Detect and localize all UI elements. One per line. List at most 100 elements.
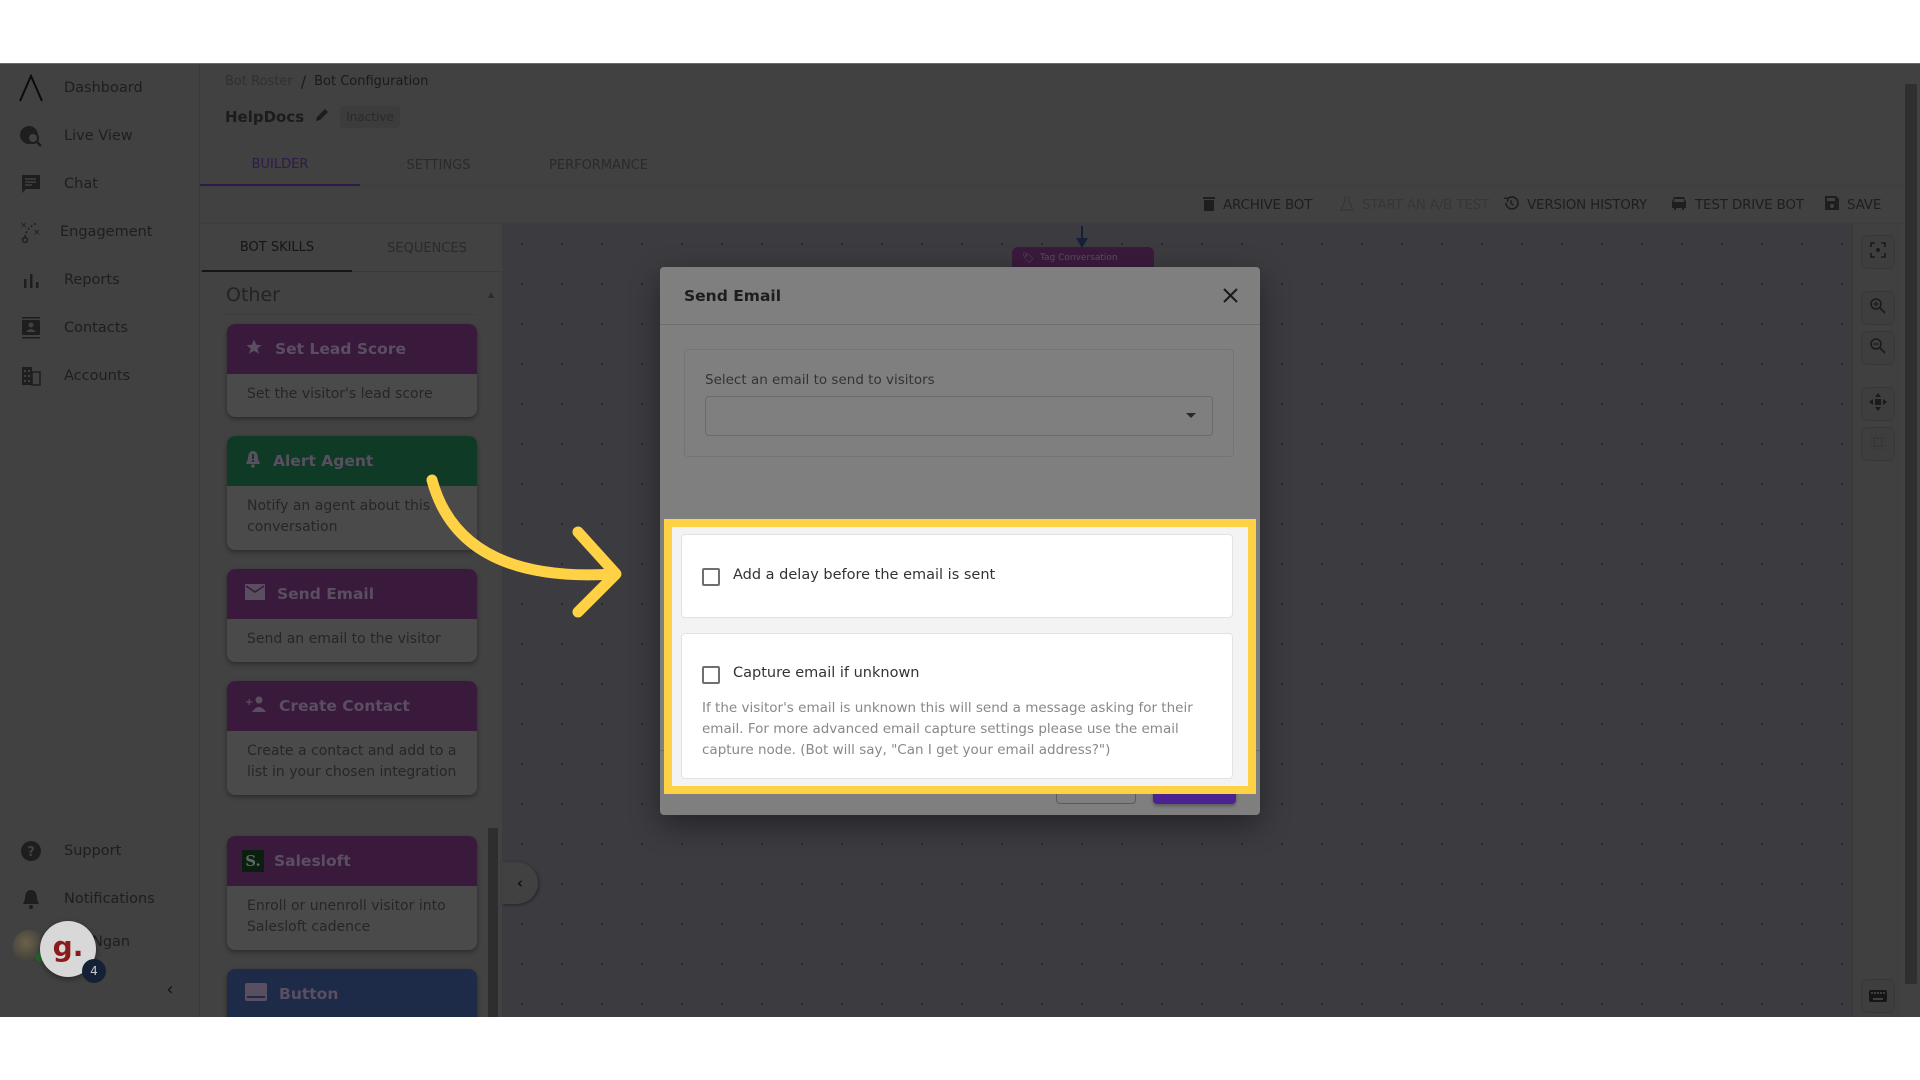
skill-card-title: Salesloft (274, 852, 351, 870)
status-badge: Inactive (340, 106, 400, 128)
skill-card-alert-agent[interactable]: Alert Agent Notify an agent about this c… (227, 436, 477, 550)
ab-test-button[interactable]: START AN A/B TEST (1339, 186, 1490, 224)
edit-pencil-icon[interactable] (314, 107, 330, 127)
capture-email-option-label: Capture email if unknown (733, 665, 920, 681)
keyboard-shortcuts-button[interactable] (1861, 979, 1895, 1013)
skill-card-header: S. Salesloft (227, 836, 477, 886)
pan-button[interactable] (1861, 387, 1895, 421)
sidebar-item-dashboard[interactable]: Dashboard (0, 68, 200, 108)
sidebar-item-live-view[interactable]: Live View (0, 116, 200, 156)
sidebar-item-reports[interactable]: Reports (0, 260, 200, 300)
move-icon (1869, 393, 1887, 415)
widget-notification-badge: 4 (82, 959, 106, 983)
skill-card-description: Enroll or unenroll visitor into Saleslof… (247, 898, 446, 935)
capture-email-description: If the visitor's email is unknown this w… (702, 700, 1193, 758)
tab-builder[interactable]: BUILDER (200, 144, 360, 186)
svg-text:?: ? (27, 845, 35, 860)
salesloft-logo-icon: S. (242, 850, 264, 872)
button-icon (245, 983, 267, 1005)
tab-sequences[interactable]: SEQUENCES (352, 224, 502, 272)
breadcrumb: Bot Roster / Bot Configuration (225, 72, 428, 91)
dropdown-caret-icon (1186, 413, 1196, 418)
add-person-icon: + (245, 696, 267, 716)
skill-card-create-contact[interactable]: + Create Contact Create a contact and ad… (227, 681, 477, 795)
archive-bot-label: ARCHIVE BOT (1223, 197, 1313, 213)
engagement-icon: × × (18, 219, 44, 245)
version-history-button[interactable]: VERSION HISTORY (1503, 186, 1647, 224)
archive-bot-button[interactable]: ARCHIVE BOT (1203, 186, 1312, 224)
skill-tabs: BOT SKILLS SEQUENCES (200, 224, 502, 272)
skill-card-title: Alert Agent (273, 452, 374, 470)
bell-icon (18, 886, 44, 912)
capture-email-checkbox[interactable] (702, 666, 720, 684)
skill-card-button[interactable]: Button (227, 969, 477, 1017)
svg-text:×: × (20, 221, 28, 231)
svg-text:+: + (245, 697, 253, 708)
contacts-icon (18, 315, 44, 341)
sidebar-item-label: Engagement (60, 224, 153, 240)
chat-icon (18, 171, 44, 197)
ab-test-label: START AN A/B TEST (1362, 197, 1490, 213)
user-name: Ngan (92, 934, 131, 950)
test-drive-label: TEST DRIVE BOT (1695, 197, 1804, 213)
panel-scrollbar-thumb[interactable] (488, 828, 498, 1017)
delay-option-card: Add a delay before the email is sent (681, 534, 1233, 618)
tag-icon: 🏷 (1022, 253, 1035, 264)
capture-email-option-card: Capture email if unknown If the visitor'… (681, 633, 1233, 779)
delay-checkbox[interactable] (702, 568, 720, 586)
sidebar-item-engagement[interactable]: × × Engagement (0, 212, 200, 252)
sidebar-item-chat[interactable]: Chat (0, 164, 200, 204)
builder-toolbar: ARCHIVE BOT START AN A/B TEST VERSION HI… (200, 186, 1920, 224)
category-title: Other (226, 284, 280, 306)
connector-arrow-icon (1076, 226, 1088, 248)
skill-card-set-lead-score[interactable]: Set Lead Score Set the visitor's lead sc… (227, 324, 477, 417)
sidebar-item-contacts[interactable]: Contacts (0, 308, 200, 348)
trash-icon (1203, 196, 1215, 215)
skill-card-description: Notify an agent about this conversation (247, 498, 431, 535)
modal-title: Send Email (684, 286, 782, 305)
skill-card-title: Set Lead Score (275, 340, 406, 358)
skill-card-header: + Create Contact (227, 681, 477, 731)
breadcrumb-bot-roster[interactable]: Bot Roster (225, 74, 293, 89)
collapse-sidebar-button[interactable]: ‹ (160, 980, 180, 1000)
email-select-dropdown[interactable] (705, 396, 1213, 436)
zoom-in-button[interactable] (1861, 291, 1895, 325)
email-select-label: Select an email to send to visitors (705, 372, 935, 388)
sidebar-item-notifications[interactable]: Notifications (0, 879, 200, 919)
skill-card-salesloft[interactable]: S. Salesloft Enroll or unenroll visitor … (227, 836, 477, 950)
save-bot-button[interactable]: SAVE (1825, 186, 1881, 224)
options-area: Add a delay before the email is sent Cap… (672, 527, 1248, 786)
sidebar-item-label: Reports (64, 272, 120, 288)
close-icon[interactable] (1218, 284, 1242, 308)
bot-title-row: HelpDocs Inactive (225, 106, 400, 128)
save-label: SAVE (1847, 197, 1882, 213)
sidebar-item-accounts[interactable]: Accounts (0, 356, 200, 396)
reports-icon (18, 267, 44, 293)
skill-card-send-email[interactable]: Send Email Send an email to the visitor (227, 569, 477, 662)
modal-header: Send Email (660, 267, 1260, 325)
sidebar-item-support[interactable]: ? Support (0, 831, 200, 871)
tab-settings[interactable]: SETTINGS (360, 144, 517, 186)
test-drive-bot-button[interactable]: TEST DRIVE BOT (1671, 186, 1804, 224)
skill-card-description: Send an email to the visitor (247, 631, 441, 647)
skill-card-title: Create Contact (279, 697, 410, 715)
zoom-out-button[interactable] (1861, 331, 1895, 365)
car-icon (1671, 196, 1687, 214)
accounts-icon (18, 363, 44, 389)
version-history-label: VERSION HISTORY (1527, 197, 1648, 213)
alert-bell-icon (245, 450, 261, 472)
page-scrollbar-thumb[interactable] (1905, 84, 1917, 984)
svg-text:×: × (33, 228, 41, 238)
skill-card-header: Send Email (227, 569, 477, 619)
skill-card-header: Button (227, 969, 477, 1017)
skill-card-title: Button (279, 985, 339, 1003)
sidebar-item-label: Support (64, 843, 122, 859)
tab-performance[interactable]: PERFORMANCE (517, 144, 680, 186)
star-icon (245, 338, 263, 360)
skill-card-header: Alert Agent (227, 436, 477, 486)
center-view-button[interactable] (1861, 235, 1895, 269)
tab-bot-skills[interactable]: BOT SKILLS (202, 224, 352, 272)
select-area-button[interactable] (1861, 427, 1895, 461)
breadcrumb-separator: / (300, 72, 307, 91)
skill-card-description: Create a contact and add to a list in yo… (247, 743, 457, 780)
